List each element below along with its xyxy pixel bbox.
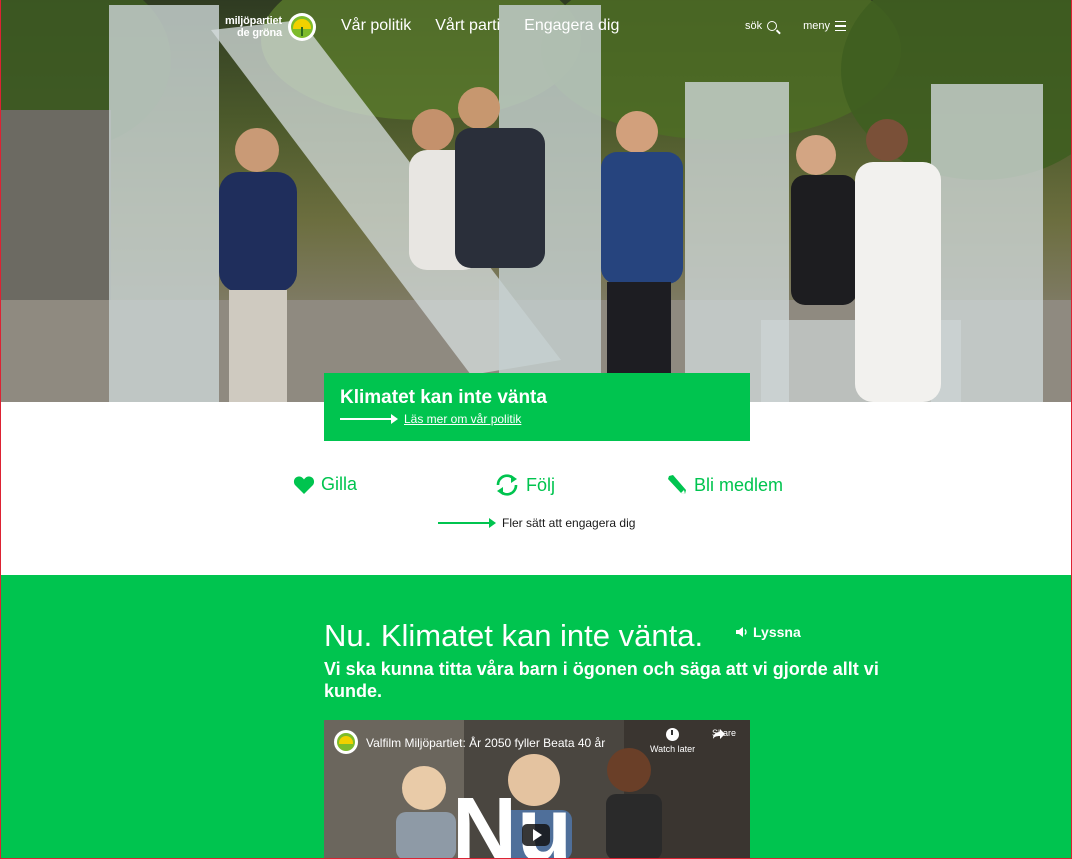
arrow-right-icon bbox=[340, 414, 398, 424]
share-icon bbox=[713, 729, 725, 739]
logo-line-1: miljöpartiet bbox=[225, 15, 282, 27]
become-member-label: Bli medlem bbox=[694, 474, 784, 495]
refresh-icon bbox=[496, 474, 518, 496]
page: miljöpartiet de gröna Vår politik Vårt p… bbox=[0, 0, 1072, 859]
like-label: Gilla bbox=[321, 474, 358, 494]
arrow-right-icon bbox=[438, 518, 496, 528]
hero-banner: miljöpartiet de gröna Vår politik Vårt p… bbox=[1, 0, 1071, 402]
follow-label: Följ bbox=[526, 474, 556, 495]
main-nav: Vår politik Vårt parti Engagera dig bbox=[341, 17, 619, 35]
listen-button[interactable]: Lyssna bbox=[735, 624, 801, 640]
sunflower-logo-icon bbox=[287, 13, 316, 41]
watch-later-label: Watch later bbox=[650, 744, 696, 754]
heart-icon bbox=[293, 475, 315, 494]
share-button[interactable]: Share bbox=[712, 728, 736, 739]
channel-logo-icon[interactable] bbox=[334, 730, 358, 754]
search-label: sök bbox=[745, 20, 763, 32]
site-logo[interactable]: miljöpartiet de gröna bbox=[225, 13, 316, 41]
section-lead: Vi ska kunna titta våra barn i ögonen oc… bbox=[324, 659, 879, 701]
menu-button[interactable]: meny bbox=[803, 20, 847, 32]
hamburger-icon bbox=[835, 20, 847, 32]
section-heading: Nu. Klimatet kan inte vänta. bbox=[324, 618, 704, 653]
search-icon bbox=[767, 21, 778, 31]
watch-later-button[interactable]: Watch later bbox=[650, 728, 695, 754]
clock-icon bbox=[666, 728, 680, 741]
speaker-icon bbox=[736, 627, 747, 637]
logo-wordmark: miljöpartiet de gröna bbox=[225, 15, 282, 39]
search-button[interactable]: sök bbox=[745, 20, 778, 32]
hero-photo bbox=[1, 0, 1071, 402]
more-ways-label: Fler sätt att engagera dig bbox=[502, 516, 636, 530]
listen-label: Lyssna bbox=[753, 624, 801, 640]
more-ways-link[interactable]: Fler sätt att engagera dig bbox=[438, 516, 635, 530]
like-button[interactable]: Gilla bbox=[293, 474, 357, 495]
read-more-label: Läs mer om vår politik bbox=[404, 412, 522, 426]
video-title[interactable]: Valfilm Miljöpartiet: År 2050 fyller Bea… bbox=[366, 736, 605, 750]
play-icon[interactable] bbox=[522, 824, 550, 846]
pencil-icon bbox=[668, 475, 686, 494]
become-member-button[interactable]: Bli medlem bbox=[666, 474, 783, 496]
nav-engagera-dig[interactable]: Engagera dig bbox=[524, 17, 619, 35]
read-more-politics-link[interactable]: Läs mer om vår politik bbox=[340, 412, 734, 426]
hero-callout: Klimatet kan inte vänta Läs mer om vår p… bbox=[324, 373, 750, 441]
climate-section: Nu. Klimatet kan inte vänta. Lyssna Vi s… bbox=[1, 575, 1071, 859]
follow-button[interactable]: Följ bbox=[494, 474, 555, 496]
utility-nav: sök meny bbox=[745, 20, 847, 32]
top-navigation: miljöpartiet de gröna Vår politik Vårt p… bbox=[1, 0, 1071, 54]
video-player[interactable]: Nu Valfilm Miljöpartiet: År 2050 fyller … bbox=[324, 720, 750, 859]
nav-vart-parti[interactable]: Vårt parti bbox=[435, 17, 500, 35]
logo-line-2: de gröna bbox=[237, 27, 282, 39]
nav-var-politik[interactable]: Vår politik bbox=[341, 17, 411, 35]
menu-label: meny bbox=[803, 20, 831, 32]
svg-text:Nu: Nu bbox=[452, 780, 572, 859]
hero-title: Klimatet kan inte vänta bbox=[340, 387, 547, 408]
